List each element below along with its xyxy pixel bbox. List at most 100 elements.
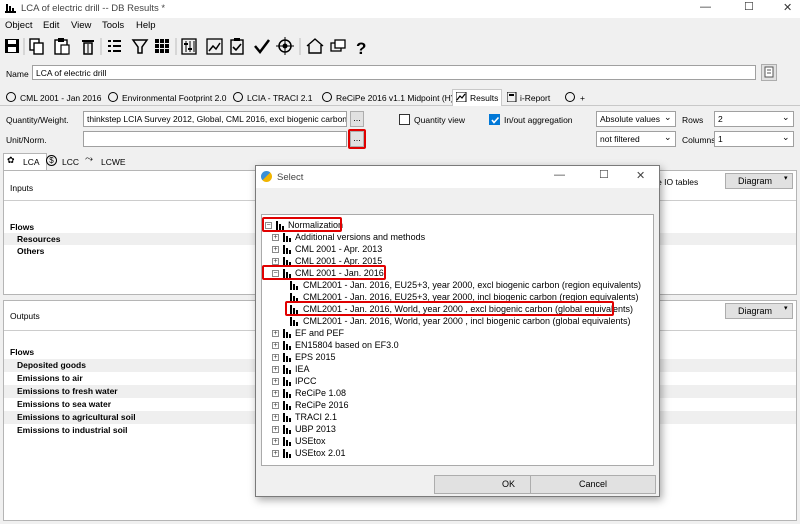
parameters-icon[interactable] (181, 38, 197, 55)
expand-toggle[interactable]: + (272, 342, 279, 349)
chart-icon (456, 92, 467, 102)
expand-toggle[interactable]: + (272, 438, 279, 445)
expand-toggle[interactable]: + (272, 258, 279, 265)
windows-icon[interactable] (330, 39, 346, 52)
tree-item-ef-and-pef[interactable]: EF and PEF (295, 327, 344, 339)
subtab-lca[interactable]: LCA (23, 157, 40, 167)
tree-item-traci-21[interactable]: TRACI 2.1 (295, 411, 337, 423)
name-label: Name (6, 69, 29, 79)
tab-recipe-2016[interactable]: ReCiPe 2016 v1.1 Midpoint (H) (336, 91, 454, 105)
quantity-view-checkbox[interactable] (399, 114, 410, 125)
unit-browse-highlight (348, 129, 366, 149)
checkmark-icon[interactable] (254, 39, 270, 55)
note-icon (764, 66, 774, 78)
info-icon (322, 92, 332, 102)
tree-item-additional-versions[interactable]: Additional versions and methods (295, 231, 425, 243)
tree-item-iea[interactable]: IEA (295, 363, 310, 375)
tree-item-cml2001-world-incl[interactable]: CML2001 - Jan. 2016, World, year 2000 , … (303, 315, 631, 327)
tab-results[interactable]: Results (470, 91, 498, 105)
list-icon[interactable] (108, 40, 121, 52)
tree-item-recipe-2016[interactable]: ReCiPe 2016 (295, 399, 349, 411)
tab-cml-2001[interactable]: CML 2001 - Jan 2016 (20, 91, 101, 105)
close-button[interactable]: ✕ (783, 1, 792, 14)
maximize-button[interactable]: ☐ (744, 0, 754, 13)
tab-i-report[interactable]: i-Report (520, 91, 550, 105)
expand-toggle[interactable]: + (272, 246, 279, 253)
menu-view[interactable]: View (71, 20, 91, 31)
rows-label: Rows (682, 115, 704, 125)
tree-item-cml2001-eu-excl[interactable]: CML2001 - Jan. 2016, EU25+3, year 2000, … (303, 279, 641, 291)
expand-toggle[interactable]: + (272, 414, 279, 421)
folder-icon (283, 353, 291, 362)
info-icon (565, 92, 575, 102)
tab-environmental-footprint[interactable]: Environmental Footprint 2.0 (122, 91, 226, 105)
home-icon[interactable] (306, 38, 324, 54)
row-label: Flows (10, 347, 35, 357)
clipboard-check-icon[interactable] (230, 38, 244, 55)
cancel-button[interactable]: Cancel (530, 475, 656, 494)
tree-item-cml-2001-apr-2013[interactable]: CML 2001 - Apr. 2013 (295, 243, 382, 255)
delete-icon[interactable] (82, 40, 94, 55)
expand-toggle[interactable]: + (272, 366, 279, 373)
tab-lcia-traci[interactable]: LCIA - TRACI 2.1 (247, 91, 313, 105)
diagram-button[interactable]: Diagram (725, 173, 793, 189)
filter-icon[interactable] (131, 39, 149, 54)
dialog-close-button[interactable]: ✕ (636, 169, 645, 182)
report-icon (507, 92, 517, 102)
chart-icon[interactable] (206, 38, 223, 55)
dialog-minimize-button[interactable]: — (554, 169, 565, 181)
name-field[interactable]: LCA of electric drill (32, 65, 756, 80)
folder-icon (283, 437, 291, 446)
notes-button[interactable] (761, 64, 777, 81)
tree-item-en15804[interactable]: EN15804 based on EF3.0 (295, 339, 399, 351)
minimize-button[interactable]: — (700, 1, 711, 13)
expand-toggle[interactable]: + (272, 378, 279, 385)
method-icon (290, 281, 298, 290)
paste-icon[interactable] (54, 38, 70, 55)
grid-icon[interactable] (155, 39, 169, 53)
inout-aggregation-checkbox[interactable] (489, 114, 500, 125)
tree-item-eps-2015[interactable]: EPS 2015 (295, 351, 336, 363)
window-title: LCA of electric drill -- DB Results * (21, 3, 166, 14)
folder-icon (283, 449, 291, 458)
expand-toggle[interactable]: + (272, 426, 279, 433)
tree-item-ipcc[interactable]: IPCC (295, 375, 317, 387)
expand-toggle[interactable]: + (272, 234, 279, 241)
dialog-app-icon (261, 171, 272, 182)
quantity-field[interactable]: thinkstep LCIA Survey 2012, Global, CML … (83, 111, 347, 127)
expand-toggle[interactable]: + (272, 402, 279, 409)
quantity-browse-button[interactable]: ... (350, 111, 364, 127)
menu-help[interactable]: Help (136, 20, 156, 31)
row-label: Emissions to air (17, 373, 83, 383)
row-label: Emissions to agricultural soil (17, 412, 136, 422)
folder-icon (283, 329, 291, 338)
menu-object[interactable]: Object (5, 20, 32, 31)
save-icon[interactable] (5, 39, 19, 53)
expand-toggle[interactable]: + (272, 450, 279, 457)
tree-item-usetox-201[interactable]: USEtox 2.01 (295, 447, 346, 459)
subtab-lcc[interactable]: LCC (62, 157, 79, 167)
tab-add[interactable]: + (580, 91, 585, 105)
help-icon[interactable]: ? (356, 39, 366, 58)
copy-icon[interactable] (29, 38, 44, 55)
selected-method-highlight (285, 301, 614, 316)
dialog-maximize-button[interactable]: ☐ (599, 168, 609, 181)
expand-toggle[interactable]: + (272, 390, 279, 397)
inout-aggregation-label: In/out aggregation (504, 115, 573, 125)
subtab-lcwe[interactable]: LCWE (101, 157, 126, 167)
diagram-button-outputs[interactable]: Diagram (725, 303, 793, 319)
folder-icon (283, 365, 291, 374)
toolbar: ? (0, 34, 800, 60)
expand-toggle[interactable]: + (272, 354, 279, 361)
tree-item-usetox[interactable]: USEtox (295, 435, 326, 447)
menu-edit[interactable]: Edit (43, 20, 59, 31)
inputs-title: Inputs (10, 183, 34, 193)
tree-item-recipe-108[interactable]: ReCiPe 1.08 (295, 387, 346, 399)
folder-icon (283, 389, 291, 398)
diagram-label: Diagram (738, 306, 773, 316)
tree-item-ubp-2013[interactable]: UBP 2013 (295, 423, 336, 435)
menu-tools[interactable]: Tools (102, 20, 124, 31)
expand-toggle[interactable]: + (272, 330, 279, 337)
unit-field[interactable] (83, 131, 347, 147)
target-icon[interactable] (276, 37, 294, 55)
